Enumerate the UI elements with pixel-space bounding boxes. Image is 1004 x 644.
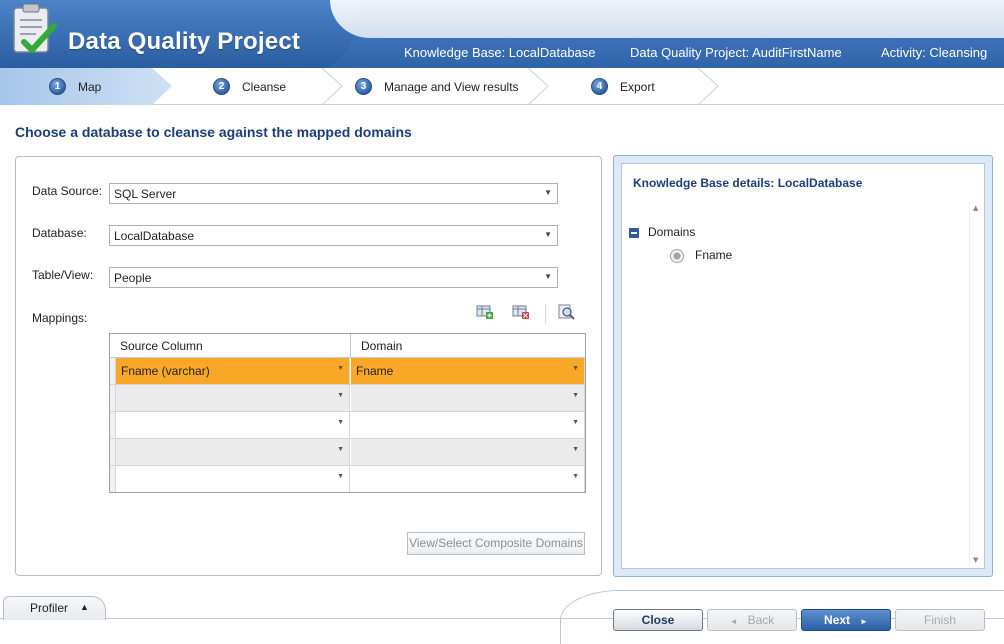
- close-button[interactable]: Close: [613, 609, 703, 631]
- grid-header: Source Column Domain: [110, 334, 585, 358]
- header-shine: [330, 0, 1004, 38]
- domain-cell[interactable]: ▼: [351, 385, 585, 411]
- mappings-grid: Source Column Domain Fname (varchar) ▼ Fn…: [109, 333, 586, 493]
- expand-up-icon: ▲: [80, 602, 89, 612]
- step-label: Map: [78, 79, 102, 94]
- step-number: 1: [49, 78, 66, 95]
- next-button[interactable]: Next ►: [801, 609, 891, 631]
- source-column-cell[interactable]: ▼: [116, 466, 350, 492]
- dropdown-arrow-icon: ▼: [572, 419, 579, 426]
- table-view-select[interactable]: People ▼: [109, 267, 558, 288]
- knowledge-base-details: Knowledge Base details: LocalDatabase Do…: [621, 163, 985, 569]
- mappings-label: Mappings:: [32, 311, 88, 325]
- dropdown-arrow-icon: ▼: [337, 392, 344, 399]
- data-source-select[interactable]: SQL Server ▼: [109, 183, 558, 204]
- back-button[interactable]: ◄ Back: [707, 609, 797, 631]
- clipboard-check-icon: [13, 3, 57, 53]
- cell-value: Fname: [356, 364, 394, 378]
- next-label: Next: [824, 613, 851, 627]
- source-column-cell[interactable]: ▼: [116, 385, 350, 411]
- dropdown-arrow-icon: ▼: [337, 419, 344, 426]
- activity-context: Activity: Cleansing: [881, 45, 988, 60]
- remove-mapping-icon[interactable]: [512, 304, 530, 320]
- table-row[interactable]: ▼ ▼: [110, 466, 585, 493]
- step-export[interactable]: 4 Export: [591, 68, 655, 105]
- step-number: 2: [213, 78, 230, 95]
- source-column-cell[interactable]: ▼: [116, 439, 350, 465]
- step-label: Manage and View results: [384, 79, 519, 94]
- database-select[interactable]: LocalDatabase ▼: [109, 225, 558, 246]
- table-row[interactable]: ▼ ▼: [110, 385, 585, 412]
- profiler-tab[interactable]: Profiler ▲: [3, 596, 106, 620]
- finish-button[interactable]: Finish: [895, 609, 985, 631]
- domain-cell[interactable]: ▼: [351, 466, 585, 492]
- source-column-cell[interactable]: Fname (varchar) ▼: [116, 358, 350, 384]
- collapse-icon[interactable]: [629, 228, 639, 238]
- chevron-right-icon: [321, 68, 343, 105]
- dropdown-arrow-icon: ▼: [572, 446, 579, 453]
- back-label: Back: [747, 613, 775, 627]
- dropdown-arrow-icon: ▼: [337, 365, 344, 372]
- database-label: Database:: [32, 226, 87, 240]
- vertical-scrollbar[interactable]: ▲ ▼: [969, 202, 983, 566]
- knowledge-base-title: Knowledge Base details: LocalDatabase: [633, 176, 863, 190]
- table-row[interactable]: ▼ ▼: [110, 412, 585, 439]
- column-header-domain[interactable]: Domain: [351, 334, 585, 358]
- toolbar-separator: [545, 304, 546, 324]
- page-title: Choose a database to cleanse against the…: [15, 124, 412, 140]
- domain-cell[interactable]: Fname ▼: [351, 358, 585, 384]
- view-select-composite-domains-button[interactable]: View/Select Composite Domains: [407, 532, 585, 555]
- app-header: Data Quality Project Knowledge Base: Loc…: [0, 0, 1004, 68]
- dropdown-arrow-icon: ▼: [337, 473, 344, 480]
- step-label: Export: [620, 79, 655, 94]
- table-view-value: People: [114, 271, 152, 285]
- chevron-right-icon: [527, 68, 549, 105]
- mapping-panel: Data Source: SQL Server ▼ Database: Loca…: [15, 156, 602, 576]
- add-mapping-icon[interactable]: [476, 304, 494, 320]
- dropdown-arrow-icon: ▼: [572, 392, 579, 399]
- project-context: Data Quality Project: AuditFirstName: [630, 45, 842, 60]
- back-arrow-icon: ◄: [729, 617, 738, 626]
- dropdown-arrow-icon: ▼: [544, 230, 552, 239]
- data-source-label: Data Source:: [32, 184, 103, 198]
- dropdown-arrow-icon: ▼: [572, 473, 579, 480]
- step-map[interactable]: 1 Map: [49, 68, 101, 105]
- data-source-value: SQL Server: [114, 187, 177, 201]
- step-cleanse[interactable]: 2 Cleanse: [213, 68, 286, 105]
- table-row[interactable]: ▼ ▼: [110, 439, 585, 466]
- scroll-up-icon[interactable]: ▲: [973, 204, 978, 212]
- wizard-steps: 1 Map 2 Cleanse 3 Manage and View result…: [0, 68, 1004, 105]
- tree-node-domains[interactable]: Domains: [648, 225, 695, 239]
- domain-cell[interactable]: ▼: [351, 412, 585, 438]
- column-header-source[interactable]: Source Column: [110, 334, 351, 358]
- knowledge-base-panel: Knowledge Base details: LocalDatabase Do…: [613, 155, 993, 577]
- step-number: 3: [355, 78, 372, 95]
- dropdown-arrow-icon: ▼: [544, 272, 552, 281]
- preview-magnifier-icon[interactable]: [558, 304, 576, 320]
- domain-node-icon: [670, 249, 684, 263]
- app-title: Data Quality Project: [68, 28, 301, 55]
- tree-node-domain[interactable]: Fname: [695, 248, 732, 262]
- dropdown-arrow-icon: ▼: [337, 446, 344, 453]
- database-value: LocalDatabase: [114, 229, 195, 243]
- dropdown-arrow-icon: ▼: [572, 365, 579, 372]
- domain-cell[interactable]: ▼: [351, 439, 585, 465]
- cell-value: Fname (varchar): [121, 364, 210, 378]
- source-column-cell[interactable]: ▼: [116, 412, 350, 438]
- step-number: 4: [591, 78, 608, 95]
- chevron-right-icon: [697, 68, 719, 105]
- scroll-down-icon[interactable]: ▼: [973, 556, 978, 564]
- dropdown-arrow-icon: ▼: [544, 188, 552, 197]
- step-label: Cleanse: [242, 79, 287, 94]
- profiler-label: Profiler: [30, 601, 69, 615]
- table-row[interactable]: Fname (varchar) ▼ Fname ▼: [110, 358, 585, 385]
- step-manage-view-results[interactable]: 3 Manage and View results: [355, 68, 519, 105]
- table-view-label: Table/View:: [32, 268, 94, 282]
- next-arrow-icon: ►: [860, 617, 868, 626]
- knowledge-base-context: Knowledge Base: LocalDatabase: [404, 45, 596, 60]
